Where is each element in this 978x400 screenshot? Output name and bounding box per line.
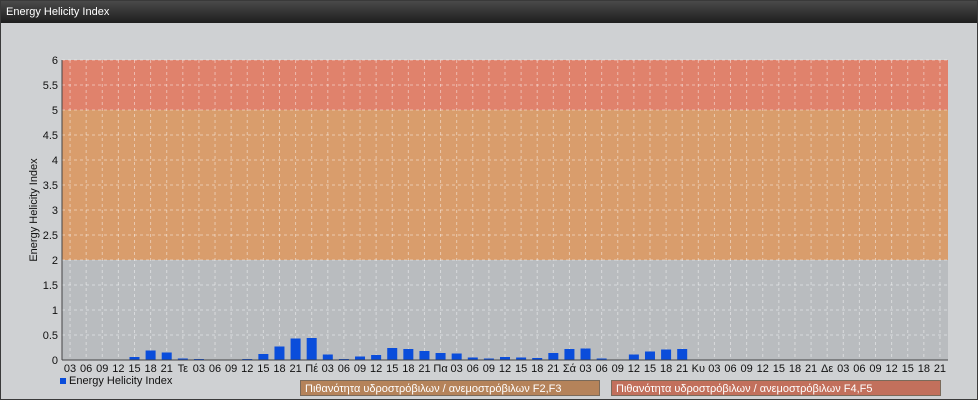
bar: [306, 338, 317, 360]
x-tick-label: 21: [676, 363, 688, 375]
x-tick-label: 12: [628, 363, 640, 375]
x-tick-label: 09: [96, 363, 108, 375]
y-tick-label: 5.5: [43, 80, 58, 92]
bar: [322, 354, 333, 360]
x-tick-label: 09: [869, 363, 881, 375]
x-tick-label: Πέ: [305, 363, 318, 375]
x-tick-label: 12: [241, 363, 253, 375]
legend-series-label: Energy Helicity Index: [69, 375, 173, 387]
y-axis-label: Energy Helicity Index: [28, 158, 40, 262]
bar: [451, 353, 462, 360]
x-tick-label: 21: [289, 363, 301, 375]
x-tick-label: 21: [547, 363, 559, 375]
x-tick-label: 12: [499, 363, 511, 375]
x-tick-label: 21: [161, 363, 173, 375]
bar: [387, 348, 398, 360]
x-tick-label: 12: [885, 363, 897, 375]
x-tick-label: 12: [757, 363, 769, 375]
x-tick-label: Δε: [821, 363, 833, 375]
x-tick-label: 15: [773, 363, 785, 375]
x-tick-label: 21: [418, 363, 430, 375]
x-tick-label: 15: [902, 363, 914, 375]
bar: [355, 356, 366, 360]
x-tick-label: 18: [144, 363, 156, 375]
x-tick-label: 21: [805, 363, 817, 375]
bar: [371, 355, 382, 360]
y-tick-label: 5: [52, 105, 58, 117]
y-tick-label: 4: [52, 155, 58, 167]
x-tick-label: 15: [257, 363, 269, 375]
x-tick-label: Τε: [178, 363, 189, 375]
bar: [145, 350, 156, 360]
x-tick-label: 18: [660, 363, 672, 375]
bar: [258, 354, 269, 360]
legend-band-f4f5: Πιθανότητα υδροστρόβιλων / ανεμοστρόβιλω…: [611, 380, 941, 396]
x-tick-label: 18: [273, 363, 285, 375]
bar: [290, 338, 301, 360]
x-tick-label: 06: [209, 363, 221, 375]
y-tick-label: 3: [52, 205, 58, 217]
x-tick-label: 03: [451, 363, 463, 375]
x-tick-label: 06: [467, 363, 479, 375]
x-tick-label: 18: [531, 363, 543, 375]
y-tick-label: 1.5: [43, 280, 58, 292]
x-tick-label: 18: [918, 363, 930, 375]
x-tick-label: Κυ: [692, 363, 705, 375]
bar: [419, 351, 430, 360]
bar: [274, 346, 285, 360]
x-tick-label: 06: [80, 363, 92, 375]
x-tick-label: 09: [225, 363, 237, 375]
bar: [161, 352, 172, 360]
legend-series: Energy Helicity Index: [60, 375, 172, 387]
x-tick-label: Πα: [433, 363, 448, 375]
bar: [661, 349, 672, 360]
x-tick-label: 03: [837, 363, 849, 375]
x-tick-label: 15: [644, 363, 656, 375]
legend-swatch-icon: [60, 378, 66, 385]
x-tick-label: 09: [483, 363, 495, 375]
bar: [435, 353, 446, 360]
y-tick-label: 3.5: [43, 180, 58, 192]
x-tick-label: 03: [322, 363, 334, 375]
y-tick-label: 1: [52, 305, 58, 317]
x-tick-label: 09: [741, 363, 753, 375]
x-tick-label: 03: [64, 363, 76, 375]
bar: [628, 354, 639, 360]
y-tick-label: 2.5: [43, 230, 58, 242]
x-tick-label: 06: [338, 363, 350, 375]
x-tick-label: 12: [112, 363, 124, 375]
x-tick-label: 06: [596, 363, 608, 375]
x-tick-label: 03: [708, 363, 720, 375]
y-tick-label: 4.5: [43, 130, 58, 142]
x-tick-label: 09: [354, 363, 366, 375]
x-tick-label: 03: [579, 363, 591, 375]
y-tick-label: 6: [52, 55, 58, 67]
x-tick-label: 15: [128, 363, 140, 375]
x-tick-label: Σά: [563, 363, 577, 375]
y-tick-label: 0.5: [43, 330, 58, 342]
bar: [403, 349, 414, 360]
bar: [644, 351, 655, 360]
x-tick-label: 15: [386, 363, 398, 375]
x-tick-label: 18: [402, 363, 414, 375]
bar: [677, 349, 688, 360]
x-tick-label: 18: [789, 363, 801, 375]
x-tick-label: 06: [724, 363, 736, 375]
x-tick-label: 03: [193, 363, 205, 375]
y-tick-label: 0: [52, 355, 58, 367]
x-tick-label: 09: [612, 363, 624, 375]
x-tick-label: 06: [853, 363, 865, 375]
bar: [580, 348, 591, 360]
bar: [564, 349, 575, 360]
energy-helicity-chart: 0 0.5 1 1.5 2 2.5 3 3.5 4 4.5 5 5.5 6 03 06 09 12 15 18 21 Τ…: [28, 55, 948, 375]
x-tick-label: 12: [370, 363, 382, 375]
y-tick-label: 2: [52, 255, 58, 267]
x-tick-label: 15: [515, 363, 527, 375]
x-tick-label: 21: [934, 363, 946, 375]
bar: [548, 353, 559, 360]
legend-band-f2f3: Πιθανότητα υδροστρόβιλων / ανεμοστρόβιλω…: [300, 380, 600, 396]
